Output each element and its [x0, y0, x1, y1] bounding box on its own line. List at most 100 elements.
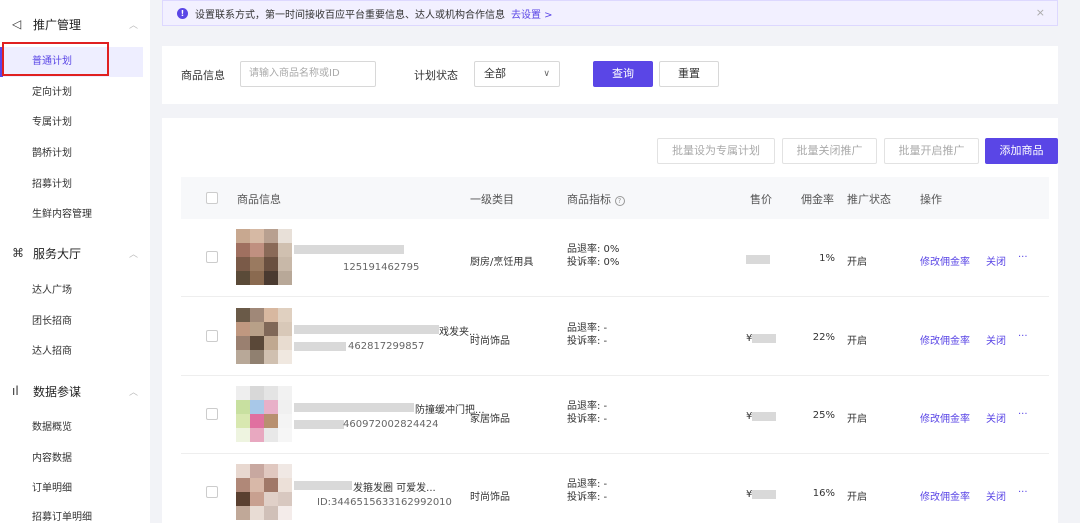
chevron-up-icon: ︿ — [128, 250, 138, 260]
sidebar-item-leader-recruit[interactable]: 团长招商 — [32, 314, 72, 330]
sidebar-item-order-details[interactable]: 订单明细 — [32, 481, 72, 497]
sidebar-item-exclusive-plan[interactable]: 专属计划 — [32, 115, 72, 131]
product-thumbnail — [236, 229, 294, 287]
info-icon: ! — [177, 7, 188, 19]
reset-button[interactable]: 重置 — [659, 61, 719, 87]
header-commission: 佣金率 — [801, 193, 834, 206]
product-info-label: 商品信息 — [181, 69, 225, 82]
product-metrics: 品退率: - 投诉率: - — [567, 401, 608, 425]
product-id-redacted — [294, 420, 344, 429]
sidebar-group-data[interactable]: ıl 数据参谋 ︿ — [0, 376, 150, 406]
sidebar-item-recruit-orders[interactable]: 招募订单明细 — [32, 510, 92, 523]
product-id-redacted — [294, 342, 346, 351]
commission-rate: 1% — [819, 253, 835, 264]
table-row: 发箍发圈 可爱发... ID:3446515633162992010 时尚饰品 … — [181, 454, 1049, 523]
header-product: 商品信息 — [237, 193, 281, 206]
promotion-status: 开启 — [847, 414, 867, 425]
table-row: 125191462795 厨房/烹饪用具 品退率: 0% 投诉率: 0% 1% … — [181, 219, 1049, 297]
product-metrics: 品退率: - 投诉率: - — [567, 323, 608, 347]
table-row: 防撞缓冲门把... 46097200282442​4 家居饰品 品退率: - 投… — [181, 376, 1049, 454]
filter-panel: 商品信息 请输入商品名称或ID 计划状态 全部 ∨ 查询 重置 — [162, 46, 1058, 104]
query-button[interactable]: 查询 — [593, 61, 653, 87]
product-category: 家居饰品 — [470, 414, 510, 425]
close-promotion-link[interactable]: 关闭 — [986, 332, 1006, 347]
sidebar-item-fresh-content[interactable]: 生鲜内容管理 — [32, 207, 92, 223]
product-thumbnail — [236, 386, 294, 444]
product-price: ¥ — [746, 411, 777, 422]
edit-commission-link[interactable]: 修改佣金率 — [920, 253, 970, 268]
header-status: 推广状态 — [847, 193, 891, 206]
edit-commission-link[interactable]: 修改佣金率 — [920, 332, 970, 347]
sidebar-item-bridge-plan[interactable]: 鹊桥计划 — [32, 146, 72, 162]
table-row: 戏发夹... 462817299857 时尚饰品 品退率: - 投诉率: - ¥… — [181, 298, 1049, 376]
edit-commission-link[interactable]: 修改佣金率 — [920, 488, 970, 503]
product-title-redacted — [294, 325, 439, 334]
sidebar-item-content-data[interactable]: 内容数据 — [32, 451, 72, 467]
plan-table-panel: 批量设为专属计划 批量关闭推广 批量开启推广 添加商品 商品信息 一级类目 商品… — [162, 118, 1058, 523]
commission-rate: 25% — [812, 410, 835, 421]
product-category: 厨房/烹饪用具 — [470, 257, 534, 268]
megaphone-icon: ◁ — [12, 17, 22, 31]
product-metrics: 品退率: - 投诉率: - — [567, 479, 608, 503]
plan-status-value: 全部 — [484, 67, 506, 80]
header-price: 售价 — [750, 193, 772, 206]
chevron-down-icon: ∨ — [543, 69, 550, 79]
help-icon[interactable]: ? — [614, 196, 625, 206]
more-icon[interactable]: ··· — [1018, 487, 1028, 498]
sidebar-group-label: 推广管理 — [33, 17, 82, 32]
sidebar-item-targeted-plan[interactable]: 定向计划 — [32, 85, 72, 101]
sidebar-group-label: 服务大厅 — [33, 246, 82, 261]
batch-close-button[interactable]: 批量关闭推广 — [782, 138, 877, 164]
product-metrics: 品退率: 0% 投诉率: 0% — [567, 244, 620, 268]
sidebar-item-recruit-plan[interactable]: 招募计划 — [32, 177, 72, 193]
sidebar-item-data-overview[interactable]: 数据概览 — [32, 420, 72, 436]
close-promotion-link[interactable]: 关闭 — [986, 253, 1006, 268]
more-icon[interactable]: ··· — [1018, 409, 1028, 420]
chevron-up-icon: ︿ — [128, 388, 138, 398]
select-all-checkbox[interactable] — [206, 192, 218, 204]
product-category: 时尚饰品 — [470, 492, 510, 503]
product-price — [746, 254, 770, 265]
highlight-box-active-item — [2, 42, 109, 76]
promotion-status: 开启 — [847, 492, 867, 503]
add-product-button[interactable]: 添加商品 — [985, 138, 1058, 164]
header-actions: 操作 — [920, 193, 942, 206]
chevron-up-icon: ︿ — [128, 21, 138, 31]
product-price: ¥ — [746, 333, 777, 344]
sidebar-group-promotion[interactable]: ◁ 推广管理 ︿ — [0, 9, 150, 39]
close-icon[interactable]: × — [1036, 6, 1045, 19]
more-icon[interactable]: ··· — [1018, 331, 1028, 342]
close-promotion-link[interactable]: 关闭 — [986, 410, 1006, 425]
product-search-input[interactable]: 请输入商品名称或ID — [240, 61, 376, 87]
service-icon: ⌘ — [12, 246, 24, 260]
close-promotion-link[interactable]: 关闭 — [986, 488, 1006, 503]
notice-settings-link[interactable]: 去设置 > — [511, 6, 553, 21]
sidebar-item-talent-recruit[interactable]: 达人招商 — [32, 344, 72, 360]
sidebar-group-label: 数据参谋 — [33, 384, 82, 399]
product-title: 发箍发圈 可爱发... — [353, 483, 436, 494]
table-header: 商品信息 一级类目 商品指标 ? 售价 佣金率 推广状态 操作 — [181, 177, 1049, 219]
sidebar: ◁ 推广管理 ︿ 普通计划 定向计划 专属计划 鹊桥计划 招募计划 生鲜内容管理… — [0, 0, 150, 523]
edit-commission-link[interactable]: 修改佣金率 — [920, 410, 970, 425]
promotion-status: 开启 — [847, 257, 867, 268]
sidebar-item-talent-square[interactable]: 达人广场 — [32, 283, 72, 299]
product-id: ID:3446515633162992010 — [317, 497, 452, 508]
row-checkbox[interactable] — [206, 251, 218, 263]
product-price: ¥ — [746, 489, 777, 500]
row-checkbox[interactable] — [206, 408, 218, 420]
product-category: 时尚饰品 — [470, 336, 510, 347]
chart-icon: ıl — [12, 384, 19, 398]
commission-rate: 22% — [812, 332, 835, 343]
more-icon[interactable]: ··· — [1018, 252, 1028, 263]
sidebar-group-service-hall[interactable]: ⌘ 服务大厅 ︿ — [0, 238, 150, 268]
set-exclusive-button[interactable]: 批量设为专属计划 — [657, 138, 775, 164]
header-category: 一级类目 — [470, 193, 514, 206]
product-title-redacted — [294, 403, 414, 412]
product-title-redacted — [294, 245, 404, 254]
row-checkbox[interactable] — [206, 330, 218, 342]
product-id: 462817299857 — [348, 341, 425, 352]
notice-banner: ! 设置联系方式，第一时间接收百应平台重要信息、达人或机构合作信息 去设置 > … — [162, 0, 1058, 26]
batch-open-button[interactable]: 批量开启推广 — [884, 138, 979, 164]
row-checkbox[interactable] — [206, 486, 218, 498]
plan-status-select[interactable]: 全部 ∨ — [474, 61, 560, 87]
